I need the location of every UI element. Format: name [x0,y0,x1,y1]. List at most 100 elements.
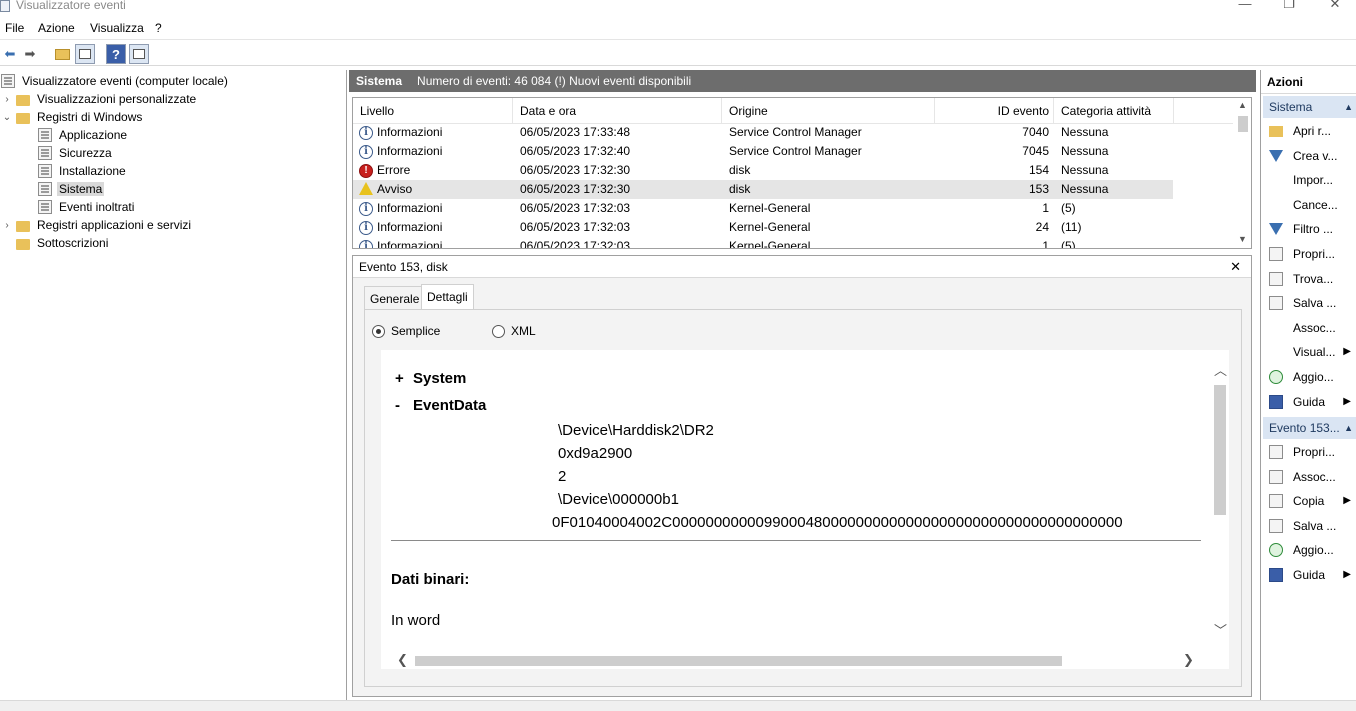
tree-item-installazione[interactable]: Installazione [38,162,128,180]
close-detail-icon[interactable]: ✕ [1230,256,1241,278]
tree-item-sicurezza[interactable]: Sicurezza [38,144,114,162]
scroll-thumb[interactable] [415,656,1062,666]
action-item[interactable]: Guida ▶ [1261,391,1356,413]
cell-source: Kernel-General [729,220,811,234]
chevron-down-icon[interactable]: ⌄ [2,112,12,123]
node-system[interactable]: + System [395,370,515,387]
cell-category: (5) [1061,201,1076,215]
help-icon[interactable]: ? [106,44,126,64]
expand-icon[interactable]: + [395,370,409,387]
cell-level: Informazioni [377,220,443,234]
minimize-button[interactable]: — [1230,0,1260,12]
column-origine[interactable]: Origine [722,98,935,124]
info-icon: i [359,202,373,216]
radio-xml[interactable]: XML [492,324,536,338]
binoculars-icon [1269,271,1283,286]
scroll-thumb[interactable] [1238,116,1248,132]
show-action-pane-icon[interactable] [129,44,149,64]
action-item[interactable]: Visual... ▶ [1261,341,1356,363]
actions-section-evento[interactable]: Evento 153... [1263,417,1356,439]
tree-item-app-services-logs[interactable]: › Registri applicazioni e servizi [2,216,193,234]
cell-level: Informazioni [377,125,443,139]
events-vertical-scrollbar[interactable]: ▲ ▼ [1235,98,1251,248]
node-eventdata[interactable]: - EventData [395,397,515,414]
tree-item-sistema[interactable]: Sistema [38,180,105,198]
show-tree-icon[interactable] [75,44,95,64]
action-item[interactable]: Trova... [1261,268,1356,290]
cell-category: (5) [1061,239,1076,249]
tab-generale[interactable]: Generale [364,286,426,310]
menu-azione[interactable]: Azione [38,21,75,35]
chevron-left-icon[interactable]: ❮ [397,652,408,668]
action-label: Salva ... [1293,296,1337,311]
action-item[interactable]: Copia ▶ [1261,490,1356,512]
detail-horizontal-scrollbar[interactable]: ❮ ❯ [381,652,1229,669]
column-categoria[interactable]: Categoria attività [1054,98,1174,124]
event-viewer-icon [1,74,15,88]
action-item[interactable]: Assoc... [1261,317,1356,339]
action-item[interactable]: Impor... [1261,169,1356,191]
detail-title: Evento 153, disk [359,260,448,274]
action-item[interactable]: Aggio... [1261,539,1356,561]
tree-item-event-viewer-root[interactable]: Visualizzatore eventi (computer locale) [1,72,230,90]
action-item[interactable]: Propri... [1261,441,1356,463]
binary-format-label: In word [391,612,441,629]
action-item[interactable]: Apri r... [1261,120,1356,142]
chevron-right-icon[interactable]: ❯ [1183,652,1194,668]
tree-item-eventi-inoltrati[interactable]: Eventi inoltrati [38,198,136,216]
tab-dettagli[interactable]: Dettagli [421,284,474,310]
chevron-right-icon[interactable]: › [2,94,12,105]
table-row[interactable]: i Informazioni 06/05/2023 17:32:03 Kernel-G… [353,237,1173,249]
action-item[interactable]: Filtro ... [1261,218,1356,240]
action-item[interactable]: Salva ... [1261,292,1356,314]
actions-section-sistema[interactable]: Sistema [1263,96,1356,118]
column-livello[interactable]: Livello [353,98,513,124]
table-row[interactable]: Avviso 06/05/2023 17:32:30 disk 153 Nessuna [353,180,1173,199]
folder-up-icon[interactable] [52,44,72,64]
action-label: Salva ... [1293,518,1337,533]
menu-visualizza[interactable]: Visualizza [90,21,144,35]
event-data-value: 0xd9a2900 [558,445,633,462]
cell-id: 7045 [1022,144,1049,158]
tree-item-sottoscrizioni[interactable]: Sottoscrizioni [16,234,110,252]
table-row[interactable]: i Informazioni 06/05/2023 17:32:03 Kernel-G… [353,199,1173,218]
scroll-down-icon[interactable]: ▼ [1238,234,1247,244]
menu-help[interactable]: ? [155,21,162,35]
collapse-icon[interactable]: - [395,397,409,414]
column-id-evento[interactable]: ID evento [935,98,1054,124]
chevron-right-icon[interactable]: › [2,220,12,231]
menu-file[interactable]: File [5,21,24,35]
action-label: Aggio... [1293,370,1334,384]
close-window-button[interactable]: ✕ [1320,0,1350,12]
restore-button[interactable]: ❐ [1274,0,1304,12]
action-item[interactable]: Crea v... [1261,145,1356,167]
action-item[interactable]: Aggio... [1261,366,1356,388]
tree-item-custom-views[interactable]: › Visualizzazioni personalizzate [2,90,198,108]
table-row[interactable]: i Informazioni 06/05/2023 17:32:03 Kernel-G… [353,218,1173,237]
table-row[interactable]: i Informazioni 06/05/2023 17:33:48 Service … [353,123,1173,142]
action-item[interactable]: Assoc... [1261,466,1356,488]
table-row[interactable]: ! Errore 06/05/2023 17:32:30 disk 154 Nessuna [353,161,1173,180]
action-item[interactable]: Cance... [1261,194,1356,216]
detail-vertical-scrollbar[interactable]: ︿ ﹀ [1211,350,1229,652]
cell-source: Service Control Manager [729,144,862,158]
tree-item-applicazione[interactable]: Applicazione [38,126,129,144]
table-row[interactable]: i Informazioni 06/05/2023 17:32:40 Service … [353,142,1173,161]
subscriptions-icon [16,238,30,250]
action-item[interactable]: Guida ▶ [1261,564,1356,586]
forward-arrow-icon[interactable]: ➡ [20,44,40,64]
action-item[interactable]: Propri... [1261,243,1356,265]
column-data-ora[interactable]: Data e ora [513,98,722,124]
radio-semplice[interactable]: Semplice [372,324,440,338]
chevron-up-icon[interactable]: ︿ [1214,360,1227,379]
scroll-thumb[interactable] [1214,385,1226,515]
back-arrow-icon[interactable]: ⬅ [0,44,20,64]
action-item[interactable]: Salva ... [1261,515,1356,537]
scroll-up-icon[interactable]: ▲ [1238,100,1247,110]
tree-item-windows-logs[interactable]: ⌄ Registri di Windows [2,108,144,126]
status-bar [0,700,1356,711]
filter-icon [1269,149,1283,162]
chevron-down-icon[interactable]: ﹀ [1214,620,1227,639]
help-icon [1269,568,1283,582]
save-icon [1269,296,1283,311]
